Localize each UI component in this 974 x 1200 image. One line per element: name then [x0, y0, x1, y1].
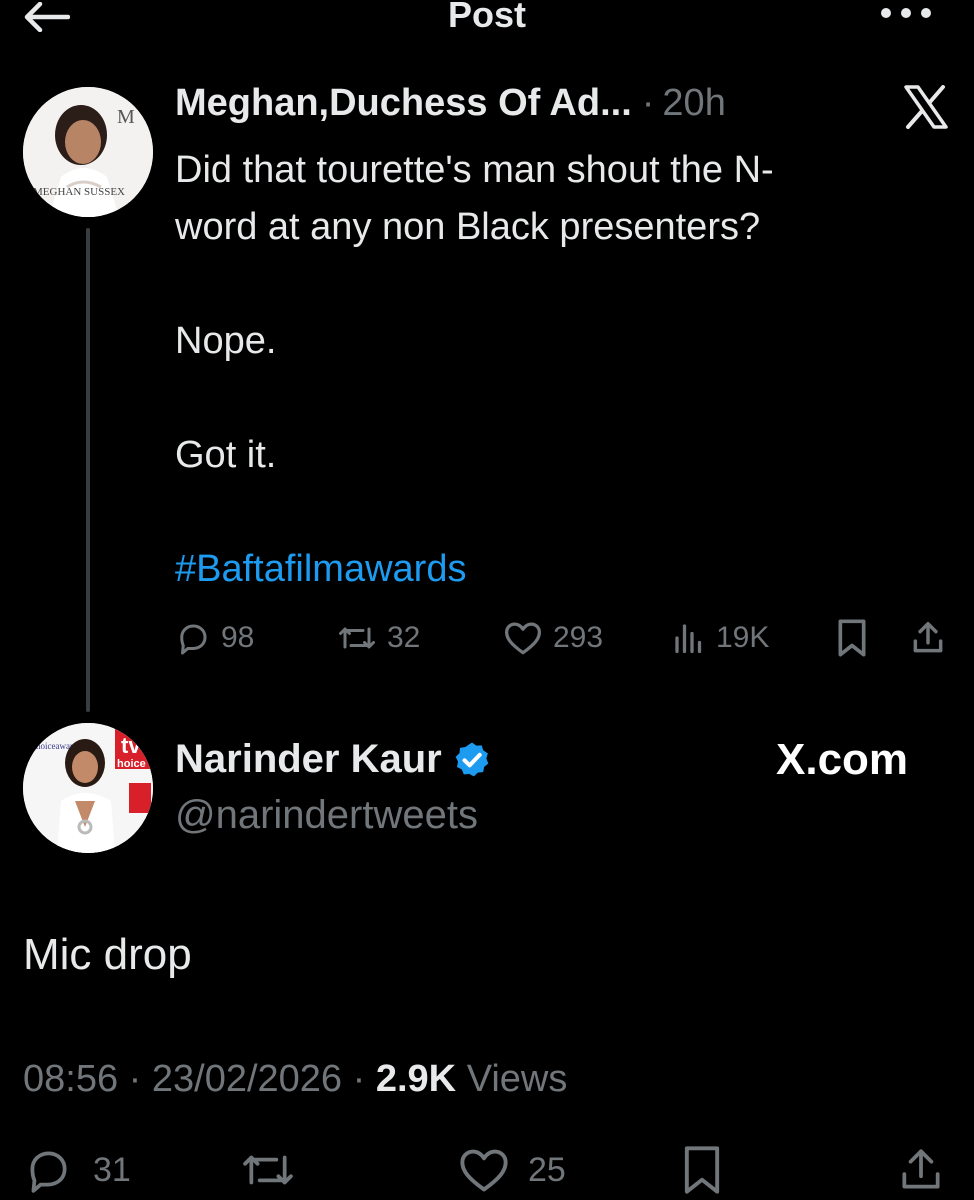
thread-line — [86, 228, 90, 712]
reply-button[interactable]: 31 — [23, 1145, 131, 1195]
hashtag-link[interactable]: #Baftafilmawards — [175, 541, 935, 598]
repost-icon — [243, 1155, 293, 1185]
views-count: 19K — [716, 621, 770, 654]
reply-count: 98 — [221, 621, 255, 654]
tweet-line: Did that tourette's man shout the N- — [175, 149, 774, 191]
tweet-line: Got it. — [175, 434, 277, 476]
reply-icon — [180, 624, 207, 655]
verified-badge-icon — [455, 742, 489, 776]
share-button[interactable] — [909, 613, 947, 663]
tweet-text: Mic drop — [23, 930, 192, 979]
author-row: Narinder Kaur — [175, 737, 492, 782]
quoted-tweet-header: Meghan,Duchess Of Ad... · 20h — [175, 82, 726, 132]
x-com-watermark: X.com — [776, 735, 909, 784]
like-button[interactable]: 293 — [503, 613, 603, 663]
reply-button[interactable]: 98 — [175, 613, 254, 663]
tweet-meta: 08:56 · 23/02/2026 · 2.9K Views — [23, 1058, 567, 1101]
bookmark-icon — [684, 1146, 720, 1194]
author-handle[interactable]: @narindertweets — [175, 793, 478, 838]
svg-text:tv: tv — [121, 733, 141, 758]
post-time[interactable]: 20h — [662, 82, 725, 125]
heart-icon — [460, 1149, 508, 1192]
more-button[interactable] — [876, 0, 936, 34]
bookmark-button[interactable] — [835, 613, 869, 663]
x-logo-icon — [902, 85, 950, 129]
svg-text:hoice: hoice — [117, 758, 146, 770]
separator: · — [641, 82, 655, 124]
author-name[interactable]: Meghan,Duchess Of Ad... — [175, 82, 632, 125]
tweet-line: word at any non Black presenters? — [175, 206, 761, 248]
post-time[interactable]: 08:56 — [23, 1058, 118, 1100]
repost-button[interactable]: 32 — [337, 613, 420, 663]
svg-text:M: M — [117, 106, 135, 128]
views-button[interactable]: 19K — [672, 613, 769, 663]
repost-icon — [339, 627, 375, 649]
share-icon — [913, 622, 943, 653]
avatar-photo-meghan: M MEGHAN SUSSEX — [23, 87, 153, 217]
repost-count: 32 — [387, 621, 421, 654]
page-title: Post — [447, 0, 526, 35]
separator: · — [128, 1058, 142, 1100]
share-button[interactable] — [896, 1145, 946, 1195]
bookmark-button[interactable] — [680, 1145, 724, 1195]
separator: · — [352, 1058, 366, 1100]
more-horizontal-icon — [881, 8, 931, 18]
avatar[interactable]: tv hoice tvchoiceawards — [23, 723, 153, 853]
views-count: 2.9K — [375, 1058, 457, 1100]
avatar-photo-narinder: tv hoice tvchoiceawards — [23, 723, 153, 853]
author-name[interactable]: Narinder Kaur — [175, 737, 442, 782]
heart-icon — [505, 622, 541, 655]
like-button[interactable]: 25 — [458, 1145, 566, 1195]
bar-chart-icon — [675, 624, 702, 654]
like-count: 293 — [553, 621, 604, 654]
like-count: 25 — [528, 1150, 566, 1189]
repost-button[interactable] — [240, 1145, 296, 1195]
avatar[interactable]: M MEGHAN SUSSEX — [23, 87, 153, 217]
share-icon — [902, 1149, 940, 1189]
svg-text:MEGHAN SUSSEX: MEGHAN SUSSEX — [33, 186, 125, 198]
views-label: Views — [466, 1058, 568, 1100]
tweet-actions: 31 25 — [0, 1145, 974, 1200]
quoted-tweet-text: Did that tourette's man shout the N- wor… — [175, 142, 935, 598]
tweet-line: Nope. — [175, 320, 277, 362]
reply-icon — [30, 1151, 67, 1193]
post-date[interactable]: 23/02/2026 — [152, 1058, 342, 1100]
bookmark-icon — [838, 619, 866, 657]
reply-count: 31 — [93, 1150, 131, 1189]
